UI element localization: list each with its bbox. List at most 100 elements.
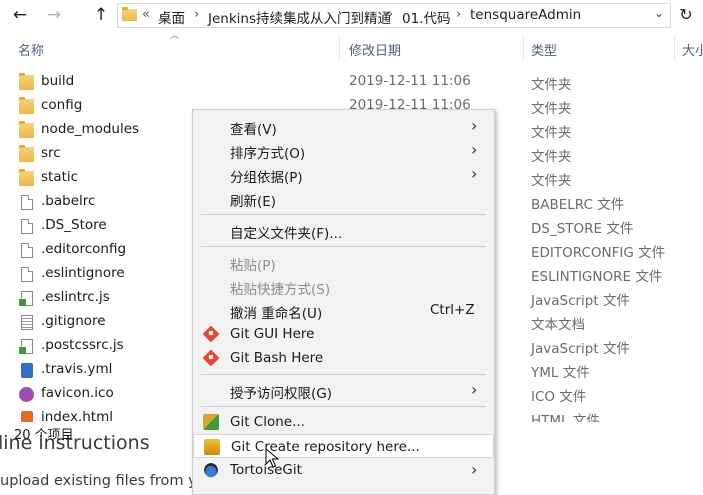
file-name: .travis.yml — [41, 361, 113, 377]
text-document-icon — [21, 315, 33, 330]
file-type: HTML 文件 — [531, 413, 600, 422]
menu-item-tortoisegit[interactable]: TortoiseGit › — [193, 458, 494, 482]
folder-icon — [19, 145, 34, 162]
file-name: .gitignore — [41, 313, 106, 329]
menu-item-label: 分组依据(P) — [230, 170, 303, 186]
menu-item-粘贴[interactable]: 粘贴(P) — [193, 250, 494, 274]
javascript-file-icon — [19, 339, 33, 354]
menu-item-label: 查看(V) — [230, 122, 277, 138]
file-name: .eslintrc.js — [41, 289, 110, 305]
menu-item-排序方式[interactable]: 排序方式(O) › — [193, 138, 494, 162]
file-type: ESLINTIGNORE 文件 — [531, 269, 663, 285]
menu-separator — [201, 214, 486, 215]
submenu-chevron-icon: › — [471, 116, 478, 135]
back-arrow-icon[interactable]: ← — [8, 4, 32, 26]
menu-item-分组依据[interactable]: 分组依据(P) › — [193, 162, 494, 186]
folder-icon — [19, 97, 34, 114]
menu-item-git-bash-here[interactable]: Git Bash Here — [193, 346, 494, 370]
file-name: config — [41, 97, 83, 113]
folder-icon — [19, 73, 34, 90]
menu-item-label: 撤消 重命名(U) — [230, 306, 323, 322]
file-icon — [21, 195, 33, 210]
file-icon — [21, 219, 33, 234]
submenu-chevron-icon: › — [471, 380, 478, 399]
file-type: JavaScript 文件 — [531, 293, 630, 309]
menu-item-label: Git Create repository here... — [231, 439, 420, 455]
file-name: .babelrc — [41, 193, 96, 209]
menu-item-label: 粘贴快捷方式(S) — [230, 282, 331, 298]
menu-separator — [201, 374, 486, 375]
menu-item-label: 刷新(E) — [230, 194, 277, 210]
item-count: 20 个项目 — [14, 428, 74, 443]
file-type: 文件夹 — [531, 125, 572, 141]
favicon-file-icon — [19, 387, 34, 402]
menu-separator — [201, 406, 486, 407]
breadcrumb-code[interactable]: 01.代码 — [402, 7, 450, 27]
column-header-modified[interactable]: 修改日期 — [349, 40, 401, 59]
menu-item-label: Git Clone... — [230, 414, 305, 430]
file-type: 文件夹 — [531, 101, 572, 117]
sort-ascending-icon: ︿ — [170, 31, 180, 41]
html-file-icon — [21, 411, 33, 422]
up-arrow-icon[interactable]: ↑ — [89, 4, 113, 26]
file-modified-date: 2019-12-11 11:06 — [349, 73, 471, 89]
column-divider[interactable] — [523, 36, 524, 60]
refresh-icon[interactable]: ↻ — [675, 4, 697, 26]
mouse-pointer-icon — [265, 448, 280, 468]
folder-icon — [122, 7, 137, 21]
folder-icon — [19, 169, 34, 186]
file-name: build — [41, 73, 75, 89]
menu-item-git-gui-here[interactable]: Git GUI Here — [193, 322, 494, 346]
column-header-size[interactable]: 大小 — [682, 40, 703, 59]
file-type: 文本文档 — [531, 317, 585, 333]
breadcrumb-tensquareadmin[interactable]: tensquareAdmin — [470, 7, 581, 23]
breadcrumb-separator-icon[interactable]: › — [456, 7, 461, 22]
menu-item-授予访问权限[interactable]: 授予访问权限(G) › — [193, 378, 494, 402]
menu-item-刷新[interactable]: 刷新(E) — [193, 186, 494, 210]
context-menu: 查看(V) › 排序方式(O) › 分组依据(P) › 刷新(E) 自定义文件夹(F)... 粘… — [192, 109, 495, 495]
file-row[interactable]: build 2019-12-11 11:06 文件夹 — [0, 70, 703, 94]
file-name: favicon.ico — [41, 385, 114, 401]
git-create-repository-icon — [204, 439, 220, 455]
menu-item-自定义文件夹[interactable]: 自定义文件夹(F)... — [193, 218, 494, 242]
column-divider[interactable] — [339, 36, 340, 60]
column-header-type[interactable]: 类型 — [531, 40, 557, 59]
git-icon — [202, 325, 220, 343]
menu-item-label: Git Bash Here — [230, 350, 324, 366]
menu-item-label: Git GUI Here — [230, 326, 315, 342]
address-bar[interactable]: « 桌面 › Jenkins持续集成从入门到精通 › 01.代码 › tensq… — [117, 3, 671, 28]
file-name: .postcssrc.js — [41, 337, 124, 353]
column-header-row: 名称 修改日期 类型 大小 — [0, 34, 703, 62]
menu-item-label: 授予访问权限(G) — [230, 386, 332, 402]
breadcrumb-jenkins[interactable]: Jenkins持续集成从入门到精通 — [208, 7, 391, 27]
overflow-chevron-icon[interactable]: « — [142, 7, 150, 22]
file-name: src — [41, 145, 61, 161]
navigation-bar: ← → ↑ « 桌面 › Jenkins持续集成从入门到精通 › 01.代码 ›… — [0, 0, 703, 32]
file-type: JavaScript 文件 — [531, 341, 630, 357]
menu-item-git-create-repository-here[interactable]: Git Create repository here... — [193, 434, 494, 458]
yml-file-icon — [21, 363, 33, 378]
forward-arrow-icon[interactable]: → — [42, 4, 66, 26]
git-icon — [202, 349, 220, 367]
javascript-file-icon — [19, 291, 33, 306]
menu-item-label: 粘贴(P) — [230, 258, 276, 274]
menu-item-shortcut: Ctrl+Z — [430, 302, 475, 318]
menu-item-git-clone[interactable]: Git Clone... — [193, 410, 494, 434]
menu-item-查看[interactable]: 查看(V) › — [193, 114, 494, 138]
column-header-name[interactable]: 名称 — [18, 40, 44, 59]
chevron-down-icon[interactable]: ⌄ — [654, 6, 664, 20]
background-text: upload existing files from yo — [0, 473, 206, 489]
file-name: .DS_Store — [41, 217, 107, 233]
menu-item-label: 自定义文件夹(F)... — [230, 226, 343, 242]
file-type: 文件夹 — [531, 149, 572, 165]
breadcrumb-desktop[interactable]: 桌面 — [158, 7, 185, 27]
breadcrumb-separator-icon[interactable]: › — [388, 7, 393, 22]
menu-item-粘贴快捷方式[interactable]: 粘贴快捷方式(S) — [193, 274, 494, 298]
submenu-chevron-icon: › — [471, 460, 478, 479]
submenu-chevron-icon: › — [471, 164, 478, 183]
submenu-chevron-icon: › — [471, 140, 478, 159]
column-divider[interactable] — [674, 36, 675, 60]
file-type: YML 文件 — [531, 365, 590, 381]
breadcrumb-separator-icon[interactable]: › — [194, 7, 199, 22]
menu-item-撤消-重命名[interactable]: 撤消 重命名(U) Ctrl+Z — [193, 298, 494, 322]
